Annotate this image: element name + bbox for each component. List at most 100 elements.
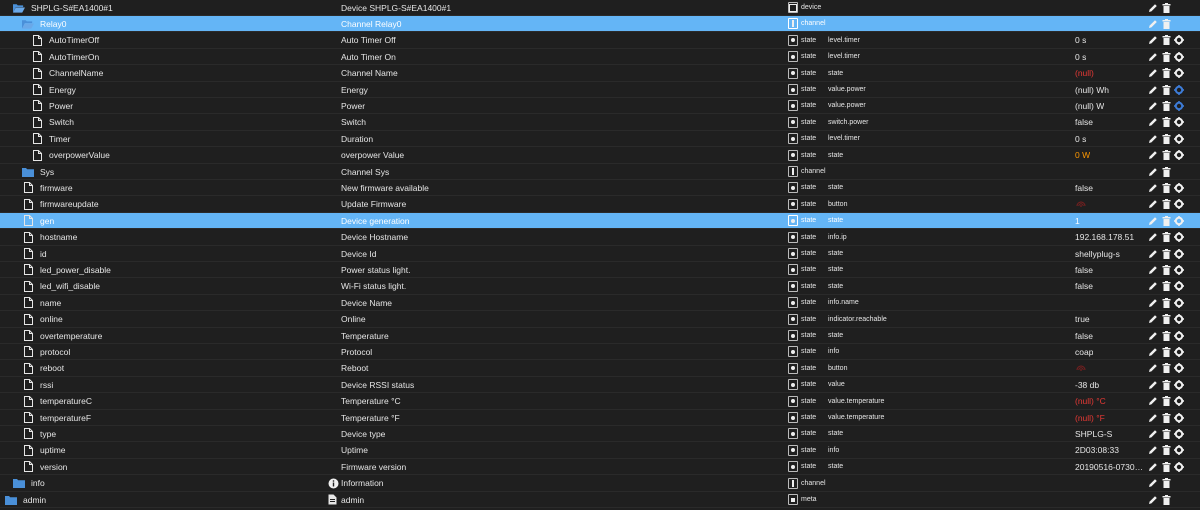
tree-row[interactable]: SHPLG-S#EA1400#1 Device SHPLG-S#EA1400#1 d… (0, 0, 1200, 16)
edit-icon[interactable] (1148, 265, 1158, 275)
trash-icon[interactable] (1161, 133, 1171, 144)
tree-row[interactable]: AutoTimerOn Auto Timer On state level.timer… (0, 49, 1200, 66)
object-value[interactable]: coap (1075, 347, 1093, 357)
gear-icon[interactable] (1174, 150, 1184, 161)
object-value[interactable]: true (1075, 314, 1090, 324)
object-name-cell[interactable]: hostname (22, 229, 77, 245)
trash-icon[interactable] (1161, 314, 1171, 325)
object-value[interactable]: false (1075, 331, 1093, 341)
trash-icon[interactable] (1161, 199, 1171, 210)
folder-open-icon[interactable] (22, 18, 34, 30)
object-name-cell[interactable]: protocol (22, 344, 70, 360)
gear-icon[interactable] (1174, 445, 1184, 456)
trash-icon[interactable] (1161, 18, 1171, 29)
gear-icon[interactable] (1174, 379, 1184, 390)
object-value[interactable]: false (1075, 117, 1093, 127)
gear-icon[interactable] (1174, 133, 1184, 144)
gear-icon[interactable] (1174, 264, 1184, 275)
edit-icon[interactable] (1148, 85, 1158, 95)
object-value[interactable]: 192.168.178.51 (1075, 232, 1134, 242)
edit-icon[interactable] (1148, 298, 1158, 308)
tree-row[interactable]: overpowerValue overpower Value state state 0… (0, 148, 1200, 164)
object-value[interactable]: SHPLG-S (1075, 429, 1112, 439)
object-value[interactable]: (null) °C (1075, 396, 1106, 406)
object-name-cell[interactable]: Switch (31, 114, 74, 130)
gear-icon[interactable] (1174, 117, 1184, 128)
trash-icon[interactable] (1161, 248, 1171, 259)
trash-icon[interactable] (1161, 2, 1171, 13)
trash-icon[interactable] (1161, 51, 1171, 62)
trash-icon[interactable] (1161, 363, 1171, 374)
object-name-cell[interactable]: Power (31, 98, 73, 114)
trash-icon[interactable] (1161, 478, 1171, 489)
object-name-cell[interactable]: version (22, 459, 67, 475)
edit-icon[interactable] (1148, 314, 1158, 324)
object-value[interactable]: 0 W (1075, 150, 1090, 160)
edit-icon[interactable] (1148, 429, 1158, 439)
tree-row[interactable]: temperatureC Temperature °C state value.tem… (0, 394, 1200, 410)
object-name-cell[interactable]: firmwareupdate (22, 196, 99, 212)
trash-icon[interactable] (1161, 461, 1171, 472)
tree-row[interactable]: type Device type state state SHPLG-S (0, 426, 1200, 443)
edit-icon[interactable] (1148, 183, 1158, 193)
tree-row[interactable]: name Device Name state info.name (0, 295, 1200, 312)
edit-icon[interactable] (1148, 281, 1158, 291)
object-name-cell[interactable]: gen (22, 213, 54, 229)
trash-icon[interactable] (1161, 428, 1171, 439)
trash-icon[interactable] (1161, 68, 1171, 79)
object-value[interactable]: 0 s (1075, 134, 1086, 144)
gear-icon[interactable] (1174, 428, 1184, 439)
tree-row[interactable]: admin admin meta (0, 492, 1200, 508)
trash-icon[interactable] (1161, 215, 1171, 226)
edit-icon[interactable] (1148, 150, 1158, 160)
tree-row[interactable]: firmwareupdate Update Firmware state button (0, 197, 1200, 213)
trash-icon[interactable] (1161, 232, 1171, 243)
gear-icon[interactable] (1174, 330, 1184, 341)
gear-icon[interactable] (1174, 215, 1184, 226)
object-value[interactable]: false (1075, 265, 1093, 275)
tree-row[interactable]: overtemperature Temperature state state fals… (0, 328, 1200, 344)
object-name-cell[interactable]: reboot (22, 360, 64, 376)
tree-row[interactable]: Sys Channel Sys channel (0, 164, 1200, 180)
object-value[interactable]: (null) °F (1075, 413, 1105, 423)
object-name-cell[interactable]: firmware (22, 180, 73, 196)
tree-row[interactable]: Relay0 Channel Relay0 channel (0, 16, 1200, 33)
tree-row[interactable]: ChannelName Channel Name state state (null) (0, 66, 1200, 82)
tree-row[interactable]: AutoTimerOff Auto Timer Off state level.tim… (0, 33, 1200, 49)
gear-icon[interactable] (1174, 199, 1184, 210)
edit-icon[interactable] (1148, 117, 1158, 127)
edit-icon[interactable] (1148, 134, 1158, 144)
tree-row[interactable]: led_power_disable Power status light. stat… (0, 262, 1200, 279)
tree-row[interactable]: firmware New firmware available state state… (0, 180, 1200, 197)
gear-icon[interactable] (1174, 100, 1184, 111)
object-name-cell[interactable]: Sys (22, 164, 54, 180)
gear-icon[interactable] (1174, 346, 1184, 357)
gear-icon[interactable] (1174, 248, 1184, 259)
edit-icon[interactable] (1148, 380, 1158, 390)
trash-icon[interactable] (1161, 379, 1171, 390)
gear-icon[interactable] (1174, 232, 1184, 243)
trash-icon[interactable] (1161, 264, 1171, 275)
tree-row[interactable]: rssi Device RSSI status state value -38 db (0, 377, 1200, 394)
object-name-cell[interactable]: temperatureF (22, 410, 91, 426)
folder-icon[interactable] (22, 166, 34, 178)
tree-row[interactable]: temperatureF Temperature °F state value.tem… (0, 410, 1200, 426)
trash-icon[interactable] (1161, 346, 1171, 357)
edit-icon[interactable] (1148, 495, 1158, 505)
tree-row[interactable]: Timer Duration state level.timer 0 s (0, 131, 1200, 148)
object-name-cell[interactable]: overpowerValue (31, 147, 110, 163)
edit-icon[interactable] (1148, 331, 1158, 341)
gear-icon[interactable] (1174, 68, 1184, 79)
trash-icon[interactable] (1161, 396, 1171, 407)
tree-row[interactable]: protocol Protocol state info coap (0, 344, 1200, 361)
gear-icon[interactable] (1174, 182, 1184, 193)
object-value[interactable]: false (1075, 183, 1093, 193)
object-value[interactable]: false (1075, 281, 1093, 291)
folder-icon[interactable] (5, 494, 17, 506)
edit-icon[interactable] (1148, 363, 1158, 373)
trash-icon[interactable] (1161, 445, 1171, 456)
object-value[interactable]: 0 s (1075, 35, 1086, 45)
edit-icon[interactable] (1148, 445, 1158, 455)
object-value[interactable]: 1 (1075, 216, 1080, 226)
edit-icon[interactable] (1148, 347, 1158, 357)
